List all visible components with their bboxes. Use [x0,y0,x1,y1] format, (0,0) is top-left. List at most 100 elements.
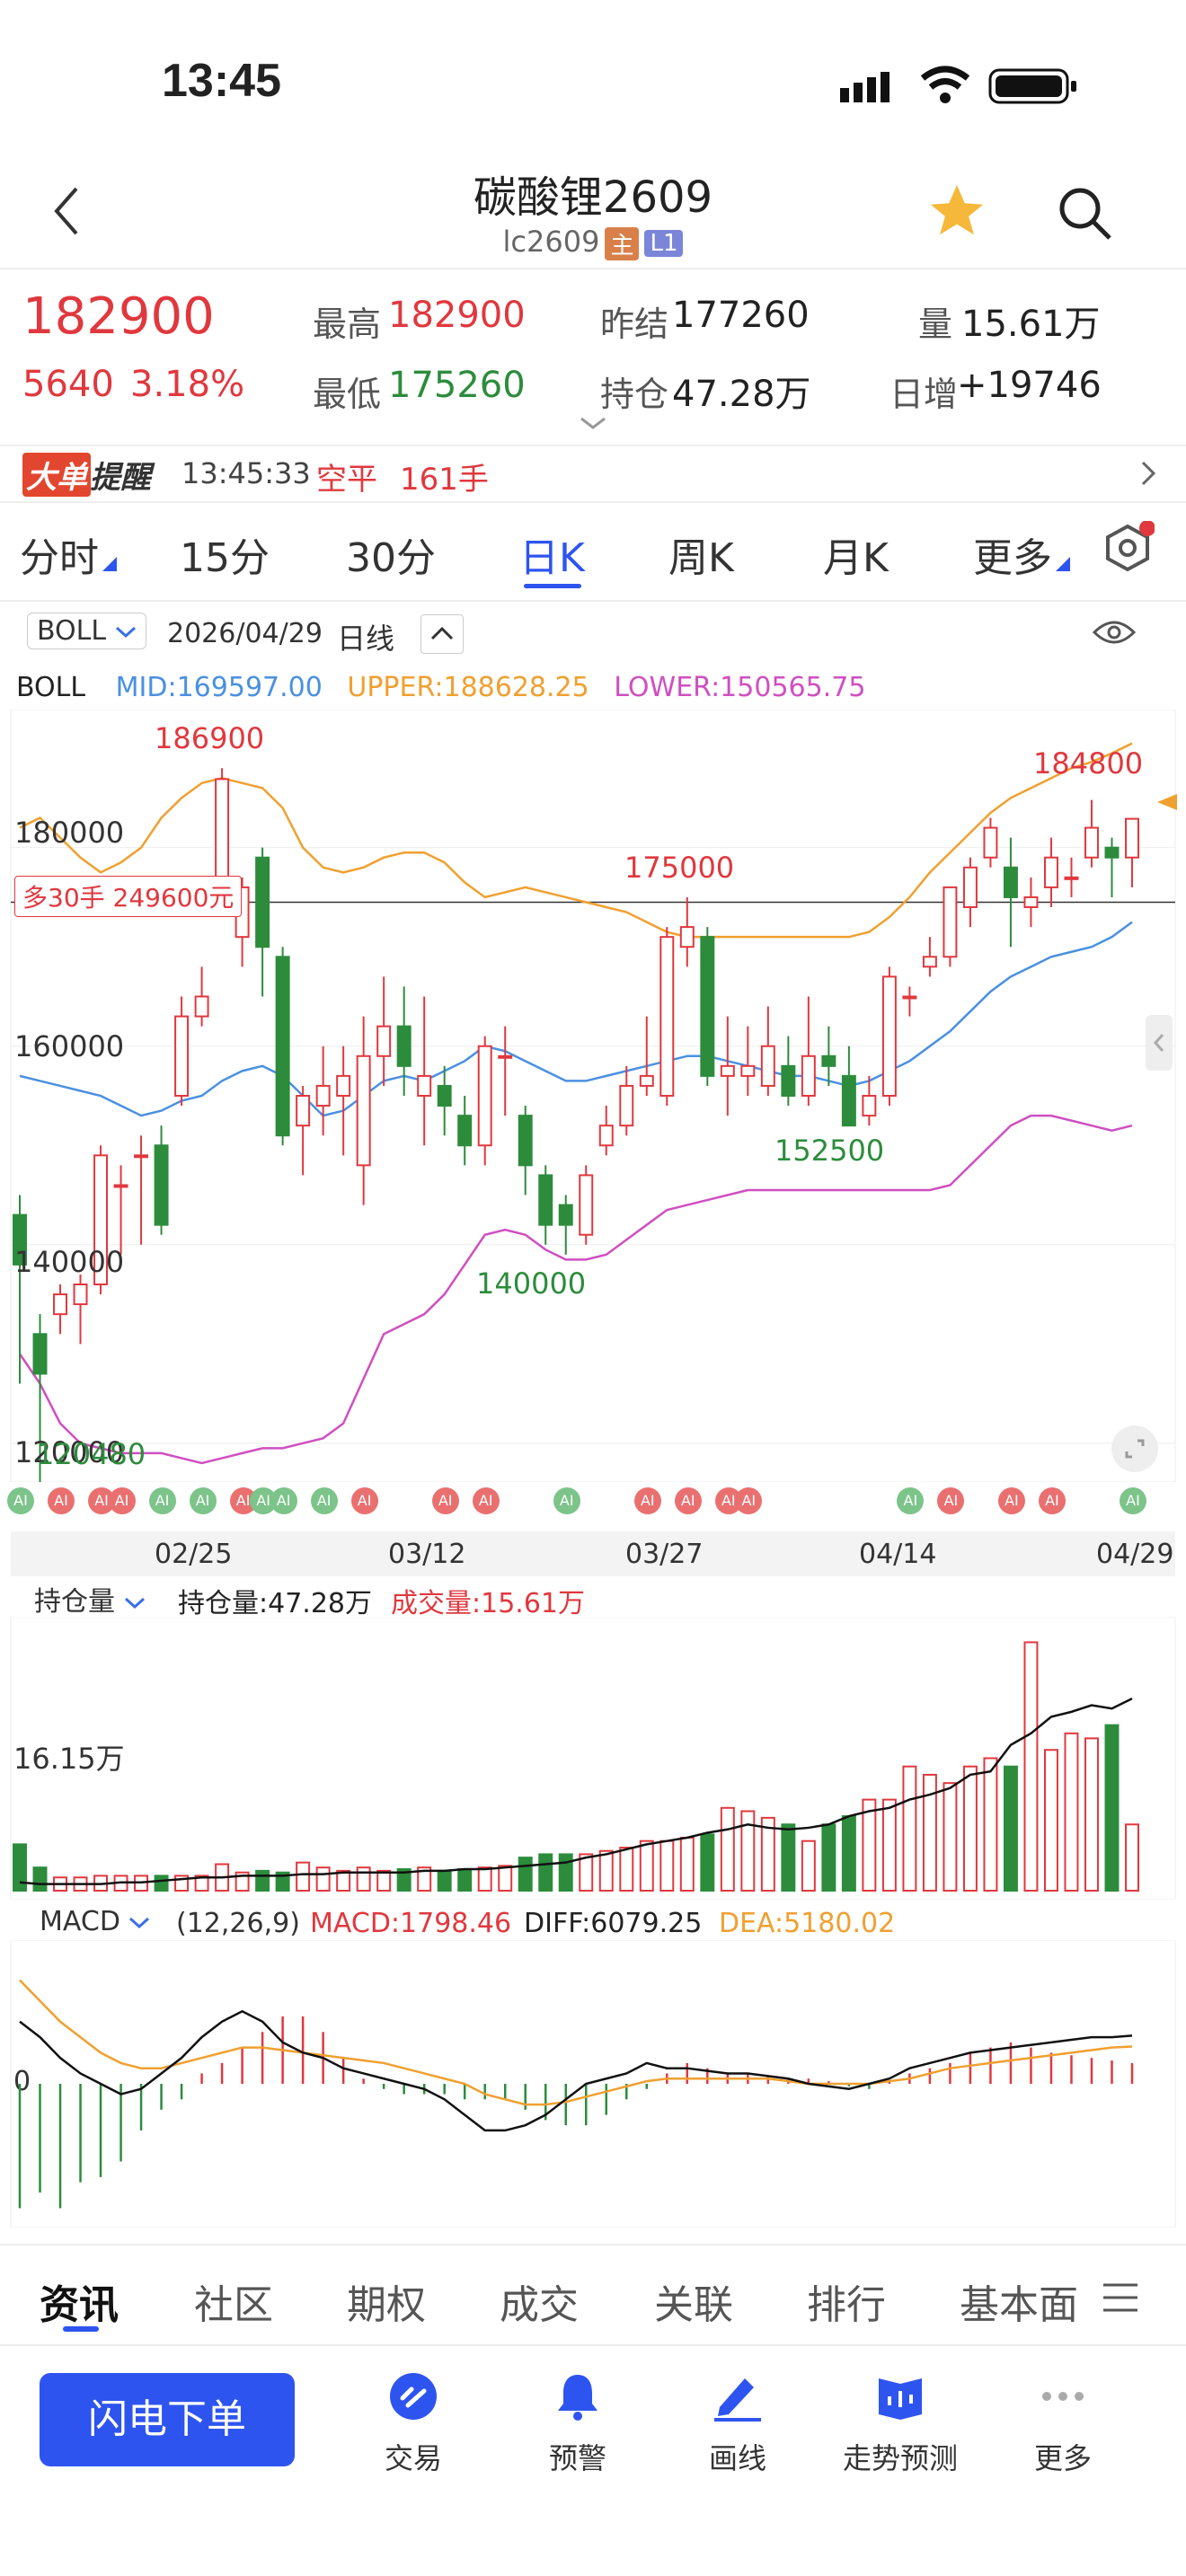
contract-code-text: lc2609 [502,225,600,259]
alert-row[interactable]: 大单 提醒 13:45:33 空平 161手 [0,449,1186,498]
tab-related[interactable]: 关联 [654,2272,733,2330]
tab-active-underline [524,584,581,588]
nav-draw-label: 画线 [708,2441,766,2475]
macd-chart[interactable] [0,1940,1186,2228]
candle [801,1054,816,1097]
annotation-low-140000: 140000 [476,1266,587,1301]
favorite-star-icon[interactable] [925,180,988,246]
high-label: 最高 [313,304,382,344]
tab-community[interactable]: 社区 [194,2272,273,2330]
macd-dea: DEA:5180.02 [719,1908,896,1939]
ai-signal-dot[interactable]: AI [1038,1487,1066,1514]
menu-icon[interactable] [1102,2281,1139,2317]
candle [579,1174,594,1236]
ai-signal-dot[interactable]: AI [1120,1487,1146,1514]
nav-more[interactable]: 更多 [991,2371,1135,2477]
ai-signal-dot[interactable]: AI [553,1487,580,1514]
macd-indicator-select[interactable]: MACD [40,1906,150,1937]
tab-monthly[interactable]: 月K [823,525,889,583]
volume-bar [962,1765,978,1892]
indicator-chevron-icon [115,626,136,639]
volume-value: 15.61万 [961,304,1101,345]
macd-value: MACD:1798.46 [310,1908,512,1939]
volume-bar [457,1868,473,1892]
volume-chart[interactable] [0,1617,1186,1900]
volume-value-label: 成交量:15.61万 [391,1588,585,1619]
macd-chevron-icon [129,1917,150,1929]
ai-signal-dot[interactable]: AI [897,1487,925,1514]
volume-bar [983,1757,998,1892]
tab-ranking[interactable]: 排行 [807,2272,886,2330]
ai-signal-dot[interactable]: AI [270,1487,297,1514]
ai-signal-dot[interactable]: AI [7,1487,34,1514]
open-interest-value: 47.28万 [672,374,811,415]
ai-signal-dot[interactable]: AI [472,1487,500,1514]
candle [983,826,998,859]
expand-chevron-icon[interactable] [580,415,606,437]
nav-forecast[interactable]: 走势预测 [828,2371,972,2477]
high-value: 182900 [388,295,526,336]
fullscreen-icon[interactable] [1111,1425,1159,1477]
y-label-160000: 160000 [14,1029,125,1063]
tab-options[interactable]: 期权 [347,2272,426,2330]
tab-more[interactable]: 更多 [973,525,1052,583]
indicator-select[interactable]: BOLL [27,613,146,649]
nav-trade[interactable]: 交易 [341,2371,485,2477]
nav-draw[interactable]: 画线 [666,2371,810,2477]
ai-signal-dot[interactable]: AI [310,1487,338,1514]
quick-order-label: 闪电下单 [88,2396,246,2442]
side-drawer-handle[interactable] [1146,1015,1173,1071]
date-label-0414: 04/14 [859,1539,937,1570]
candle [396,1025,412,1067]
tab-fundamentals[interactable]: 基本面 [960,2272,1076,2330]
boll-mid: MID:169597.00 [115,672,323,703]
candle [1104,846,1120,859]
nav-alert-label: 预警 [548,2441,606,2475]
volume-bar [801,1839,816,1892]
ai-signal-dot[interactable]: AI [674,1487,702,1514]
tab-15min[interactable]: 15分 [180,525,270,583]
position-marker[interactable]: 多30手 249600元 [14,876,243,917]
candle [194,995,209,1018]
ai-signal-dot[interactable]: AI [431,1487,459,1514]
tab-30min[interactable]: 30分 [346,525,436,583]
volume-bar [558,1853,573,1892]
volume-bar [821,1823,836,1892]
ai-signal-dot[interactable]: AI [350,1487,378,1514]
tab-trades[interactable]: 成交 [500,2272,579,2330]
ai-signal-dot[interactable]: AI [148,1487,176,1514]
ai-signal-dot[interactable]: AI [189,1487,217,1514]
volume-bar [437,1869,452,1892]
candle [740,1064,756,1077]
tab-news[interactable]: 资讯 [40,2272,119,2330]
volume-indicator-select[interactable]: 持仓量 [34,1579,146,1619]
collapse-chart-button[interactable] [420,614,464,654]
volume-bar [154,1875,169,1892]
volume-bar [32,1866,48,1892]
ai-signal-dot[interactable]: AI [937,1487,965,1514]
volume-bar [619,1847,634,1892]
ai-signal-dot[interactable]: AI [108,1487,136,1514]
ai-signal-dot[interactable]: AI [633,1487,661,1514]
tab-daily[interactable]: 日K [519,525,585,583]
ai-signal-dot[interactable]: AI [735,1487,763,1514]
candle [73,1284,88,1306]
ai-signal-dot[interactable]: AI [997,1487,1025,1514]
candle [32,1333,48,1375]
low-value: 175260 [388,365,526,406]
price-change-pct: 3.18% [130,364,245,405]
candle [841,1074,856,1127]
candle [700,936,715,1077]
quick-order-button[interactable]: 闪电下单 [40,2373,295,2466]
settings-hex-icon[interactable] [1101,520,1155,578]
candlestick-chart[interactable] [0,710,1186,1482]
tab-weekly[interactable]: 周K [668,525,734,583]
volume-bar [498,1865,513,1892]
eye-icon[interactable] [1092,616,1137,652]
candle [598,1125,614,1147]
nav-alert[interactable]: 预警 [506,2371,650,2477]
tab-intraday[interactable]: 分时 [20,525,99,583]
search-icon[interactable] [1056,184,1115,247]
page-title: 碳酸锂2609 [473,172,713,223]
ai-signal-dot[interactable]: AI [48,1487,75,1514]
